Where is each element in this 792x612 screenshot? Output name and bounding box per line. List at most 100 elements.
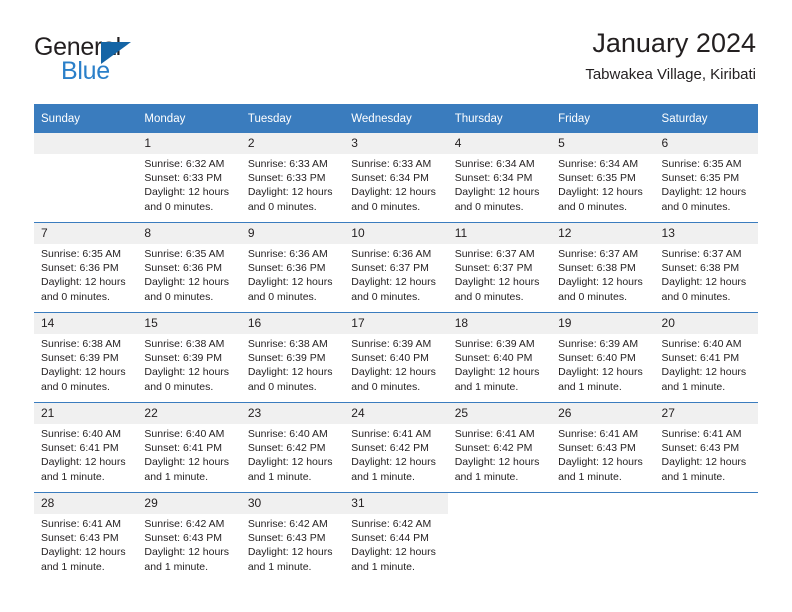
day-info-line: Daylight: 12 hours [41,546,126,559]
day-info-line: Sunrise: 6:40 AM [41,428,121,440]
calendar-day-cell[interactable]: 8 Sunrise: 6:35 AM Sunset: 6:36 PM Daylight… [137,222,241,313]
day-sun-info: Sunrise: 6:37 AM Sunset: 6:38 PM Daylight:… [551,244,654,304]
calendar-day-cell[interactable]: 1 Sunrise: 6:32 AM Sunset: 6:33 PM Daylight… [137,133,241,223]
day-info-line: and 0 minutes. [351,290,421,303]
day-info-line: Sunset: 6:43 PM [144,532,223,545]
day-info-line: and 1 minute. [454,470,519,483]
day-info-line: Sunrise: 6:41 AM [454,428,535,440]
calendar-day-cell[interactable]: 27 Sunrise: 6:41 AM Sunset: 6:43 PM Dayligh… [654,402,758,493]
calendar-day-cell[interactable]: 25 Sunrise: 6:41 AM Sunset: 6:42 PM Dayligh… [447,402,552,493]
calendar-day-cell[interactable]: 13 Sunrise: 6:37 AM Sunset: 6:38 PM Dayligh… [654,222,758,313]
calendar-week-row: 28 Sunrise: 6:41 AM Sunset: 6:43 PM Dayligh… [34,492,758,582]
day-number [34,133,138,154]
calendar-day-cell[interactable]: 21 Sunrise: 6:40 AM Sunset: 6:41 PM Dayligh… [34,402,138,493]
day-number: 11 [447,223,552,244]
calendar-day-cell[interactable]: 24 Sunrise: 6:41 AM Sunset: 6:42 PM Dayligh… [344,402,448,493]
calendar-day-cell[interactable]: 19 Sunrise: 6:39 AM Sunset: 6:40 PM Dayligh… [551,312,655,403]
calendar-day-cell[interactable]: 11 Sunrise: 6:37 AM Sunset: 6:37 PM Dayligh… [447,222,552,313]
calendar-day-cell[interactable]: 5 Sunrise: 6:34 AM Sunset: 6:35 PM Daylight… [551,133,655,223]
calendar-day-cell[interactable]: 10 Sunrise: 6:36 AM Sunset: 6:37 PM Dayligh… [344,222,448,313]
calendar-day-cell[interactable]: 3 Sunrise: 6:33 AM Sunset: 6:34 PM Daylight… [344,133,448,223]
day-info-line: and 0 minutes. [351,380,421,393]
calendar-day-cell[interactable]: 7 Sunrise: 6:35 AM Sunset: 6:36 PM Daylight… [34,222,138,313]
day-info-line: Sunset: 6:37 PM [454,262,533,275]
calendar-day-cell[interactable]: 17 Sunrise: 6:39 AM Sunset: 6:40 PM Dayligh… [344,312,448,403]
day-info-line: and 0 minutes. [144,200,214,213]
day-sun-info: Sunrise: 6:35 AM Sunset: 6:35 PM Daylight:… [655,154,758,214]
day-info-line: Sunset: 6:41 PM [661,352,740,365]
day-number: 17 [344,313,448,334]
day-sun-info: Sunrise: 6:38 AM Sunset: 6:39 PM Daylight:… [34,334,137,394]
calendar-day-cell[interactable]: 4 Sunrise: 6:34 AM Sunset: 6:34 PM Daylight… [447,133,552,223]
day-info-line: and 0 minutes. [144,380,214,393]
day-info-line: Sunrise: 6:40 AM [661,338,742,350]
calendar-day-cell[interactable]: 9 Sunrise: 6:36 AM Sunset: 6:36 PM Daylight… [240,222,345,313]
day-number: 16 [240,313,345,334]
calendar-day-cell[interactable]: 30 Sunrise: 6:42 AM Sunset: 6:43 PM Dayligh… [240,492,345,582]
calendar-day-cell[interactable]: 2 Sunrise: 6:33 AM Sunset: 6:33 PM Daylight… [240,133,345,223]
weekday-header-monday: Monday [137,104,241,133]
day-info-line: Sunset: 6:39 PM [247,352,326,365]
day-info-line: Sunrise: 6:37 AM [661,248,742,260]
day-info-line: Sunset: 6:36 PM [247,262,326,275]
day-info-line: and 0 minutes. [41,380,110,393]
day-number: 12 [551,223,655,244]
day-number: 15 [137,313,241,334]
day-info-line: Daylight: 12 hours [661,186,747,199]
calendar-day-cell[interactable]: 6 Sunrise: 6:35 AM Sunset: 6:35 PM Daylight… [654,133,758,223]
day-info-line: Daylight: 12 hours [454,366,540,379]
day-info-line: Sunrise: 6:38 AM [247,338,328,350]
day-info-line: Sunset: 6:35 PM [661,172,740,185]
day-number: 21 [34,403,138,424]
day-number: 25 [447,403,552,424]
day-info-line: Sunset: 6:37 PM [351,262,429,275]
day-sun-info: Sunrise: 6:32 AM Sunset: 6:33 PM Daylight:… [137,154,240,214]
day-info-line: and 0 minutes. [144,290,214,303]
day-info-line: and 1 minute. [661,380,726,393]
day-info-line: Sunrise: 6:35 AM [144,248,225,260]
calendar-day-cell[interactable]: 15 Sunrise: 6:38 AM Sunset: 6:39 PM Dayligh… [137,312,241,403]
day-info-line: Daylight: 12 hours [247,276,333,289]
day-number: 22 [137,403,241,424]
day-info-line: Daylight: 12 hours [351,366,436,379]
calendar-day-cell[interactable]: 20 Sunrise: 6:40 AM Sunset: 6:41 PM Dayligh… [654,312,758,403]
day-info-line: Sunrise: 6:39 AM [558,338,639,350]
day-sun-info: Sunrise: 6:38 AM Sunset: 6:39 PM Daylight:… [241,334,344,394]
day-info-line: Sunset: 6:35 PM [558,172,636,185]
day-info-line: Sunrise: 6:42 AM [351,518,432,530]
page-subtitle: Tabwakea Village, Kiribati [585,66,756,83]
calendar-day-cell[interactable]: 29 Sunrise: 6:42 AM Sunset: 6:43 PM Dayligh… [137,492,241,582]
day-info-line: Sunrise: 6:34 AM [558,158,639,170]
day-info-line: Sunset: 6:43 PM [661,442,740,455]
day-sun-info: Sunrise: 6:41 AM Sunset: 6:43 PM Daylight:… [34,514,137,574]
calendar-day-cell[interactable]: 31 Sunrise: 6:42 AM Sunset: 6:44 PM Dayligh… [344,492,448,582]
calendar-day-cell[interactable]: 26 Sunrise: 6:41 AM Sunset: 6:43 PM Dayligh… [551,402,655,493]
day-sun-info: Sunrise: 6:41 AM Sunset: 6:42 PM Daylight:… [344,424,447,484]
calendar-day-cell[interactable]: 22 Sunrise: 6:40 AM Sunset: 6:41 PM Dayligh… [137,402,241,493]
day-info-line: Daylight: 12 hours [661,276,747,289]
day-info-line: Sunset: 6:36 PM [144,262,223,275]
day-info-line: Sunset: 6:38 PM [558,262,636,275]
calendar-day-cell[interactable]: 28 Sunrise: 6:41 AM Sunset: 6:43 PM Dayligh… [34,492,138,582]
day-info-line: Sunset: 6:33 PM [247,172,326,185]
calendar-day-cell[interactable]: 18 Sunrise: 6:39 AM Sunset: 6:40 PM Dayligh… [447,312,552,403]
calendar-day-cell[interactable]: 12 Sunrise: 6:37 AM Sunset: 6:38 PM Dayligh… [551,222,655,313]
calendar-day-cell[interactable]: 14 Sunrise: 6:38 AM Sunset: 6:39 PM Dayligh… [34,312,138,403]
day-number: 20 [654,313,758,334]
day-info-line: Sunset: 6:40 PM [454,352,533,365]
day-info-line: Daylight: 12 hours [351,456,436,469]
day-number: 23 [240,403,345,424]
calendar-header-row: Sunday Monday Tuesday Wednesday Thursday Frid… [34,104,758,133]
day-number: 10 [344,223,448,244]
day-info-line: Sunrise: 6:37 AM [454,248,535,260]
day-info-line: Sunrise: 6:40 AM [247,428,328,440]
day-info-line: and 1 minute. [661,470,726,483]
calendar-day-cell[interactable]: 16 Sunrise: 6:38 AM Sunset: 6:39 PM Dayligh… [240,312,345,403]
day-info-line: and 0 minutes. [247,290,317,303]
calendar-day-cell[interactable]: 23 Sunrise: 6:40 AM Sunset: 6:42 PM Dayligh… [240,402,345,493]
day-sun-info: Sunrise: 6:41 AM Sunset: 6:42 PM Daylight:… [448,424,551,484]
day-info-line: Daylight: 12 hours [144,186,230,199]
day-number: 1 [137,133,241,154]
day-info-line: Sunrise: 6:42 AM [144,518,225,530]
day-info-line: Sunrise: 6:38 AM [144,338,225,350]
